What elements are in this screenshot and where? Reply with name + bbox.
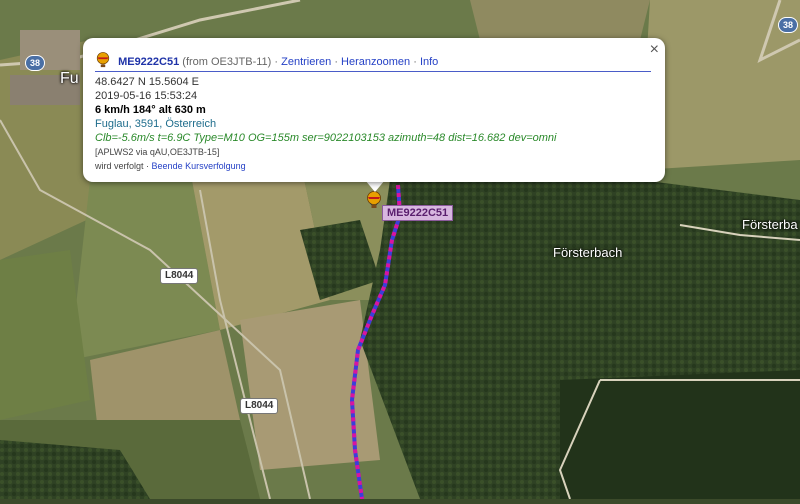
popup-divider xyxy=(95,71,651,72)
place-label-fuglau: Fu xyxy=(60,70,79,87)
marker-label[interactable]: ME9222C51 xyxy=(382,205,454,221)
coordinates-text: 48.6427 N 15.5604 E xyxy=(95,76,199,88)
road-38-shield-right: 38 xyxy=(778,17,798,33)
center-link[interactable]: Zentrieren xyxy=(281,56,331,68)
address-text: Fuglau, 3591, Österreich xyxy=(95,118,217,130)
tracked-text: wird verfolgt xyxy=(95,161,144,171)
balloon-icon[interactable] xyxy=(365,191,383,209)
from-text: (from OE3JTB-11) xyxy=(182,56,272,68)
close-button[interactable]: × xyxy=(650,41,659,59)
balloon-icon xyxy=(96,52,110,68)
motion-text: 6 km/h 184° alt 630 m xyxy=(95,104,206,116)
path-text: [APLWS2 via qAU,OE3JTB-15] xyxy=(95,147,220,157)
stop-tracking-link[interactable]: Beende Kursverfolgung xyxy=(152,161,246,171)
road-38-shield-left: 38 xyxy=(25,55,45,71)
zoom-in-link[interactable]: Heranzoomen xyxy=(341,56,410,68)
popup-header: ME9222C51 (from OE3JTB-11) · Zentrieren … xyxy=(95,52,438,68)
popup-details: 48.6427 N 15.5604 E 2019-05-16 15:53:24 … xyxy=(95,75,556,173)
road-l8044-shield-bottom: L8044 xyxy=(240,398,279,414)
place-label-forsterbach-right: Försterba xyxy=(742,217,798,232)
place-label-forsterbach: Försterbach xyxy=(553,245,623,260)
timestamp-text: 2019-05-16 15:53:24 xyxy=(95,90,198,102)
road-l8044-shield-top: L8044 xyxy=(160,268,199,284)
tracking-status: wird verfolgt · Beende Kursverfolgung xyxy=(95,161,246,171)
info-link[interactable]: Info xyxy=(420,56,438,68)
info-popup: × ME9222C51 (from OE3JTB-11) · Zentriere… xyxy=(83,38,665,182)
callsign-link[interactable]: ME9222C51 xyxy=(118,56,179,68)
comment-text: Clb=-5.6m/s t=6.9C Type=M10 OG=155m ser=… xyxy=(95,132,557,144)
